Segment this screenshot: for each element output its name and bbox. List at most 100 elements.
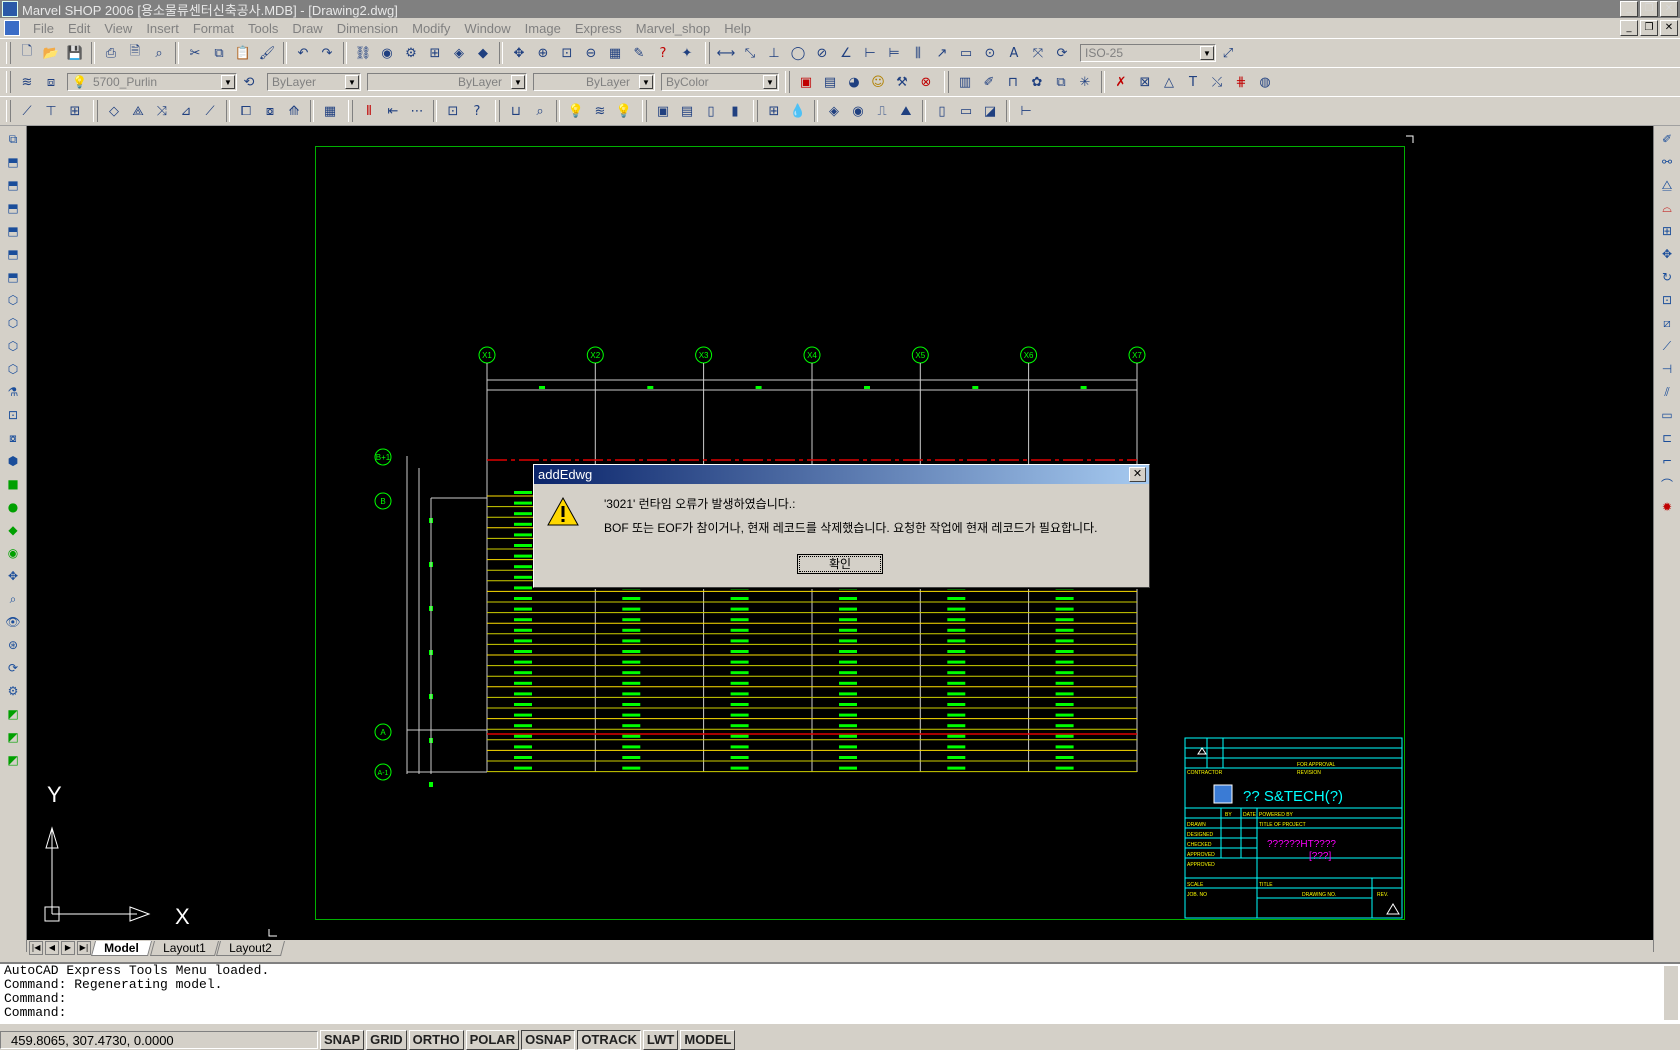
rotate-icon[interactable]: ↻: [1657, 267, 1677, 287]
marvel-b8-icon[interactable]: ⟰: [284, 101, 304, 121]
next-tab-icon[interactable]: ▶: [61, 941, 75, 955]
left-tool-6-icon[interactable]: ⬒: [3, 244, 23, 264]
zoom-realtime-icon[interactable]: ⊕: [533, 43, 553, 63]
marvel-tool-7-icon[interactable]: ▥: [955, 72, 975, 92]
doc-minimize-button[interactable]: _: [1620, 20, 1638, 36]
make-object-layer-current-icon[interactable]: ⧈: [41, 72, 61, 92]
color-select[interactable]: ByLayer ▼: [267, 73, 361, 91]
polar-toggle[interactable]: POLAR: [465, 1030, 520, 1050]
layer-select[interactable]: 💡 5700_Purlin ▼: [67, 73, 237, 91]
paste-icon[interactable]: 📋: [233, 43, 253, 63]
plotstyle-select[interactable]: ByColor ▼: [661, 73, 779, 91]
osnap-toggle[interactable]: OSNAP: [521, 1030, 576, 1050]
zoom-previous-icon[interactable]: ⊖: [581, 43, 601, 63]
offset-icon[interactable]: ⌓: [1657, 198, 1677, 218]
open-icon[interactable]: 📂: [41, 43, 61, 63]
sheet-set-icon[interactable]: ◆: [473, 43, 493, 63]
menu-image[interactable]: Image: [518, 21, 568, 36]
dimension-text-edit-icon[interactable]: ⤧: [1028, 43, 1048, 63]
menu-view[interactable]: View: [97, 21, 139, 36]
left-tool-7-icon[interactable]: ⬒: [3, 267, 23, 287]
mirror-icon[interactable]: ⧋: [1657, 175, 1677, 195]
marvel-b5-icon[interactable]: ⟋: [200, 101, 220, 121]
maximize-button[interactable]: ❐: [1640, 1, 1658, 17]
marvel-tool-12-icon[interactable]: ✳: [1075, 72, 1095, 92]
marvel-e7-icon[interactable]: ▯: [932, 101, 952, 121]
bulb-icon[interactable]: 💡: [614, 101, 634, 121]
marvel-tool-17-icon[interactable]: ⤯: [1207, 72, 1227, 92]
marvel-d4-icon[interactable]: ▮: [725, 101, 745, 121]
save-icon[interactable]: 💾: [65, 43, 85, 63]
marvel-e8-icon[interactable]: ▭: [956, 101, 976, 121]
marvel-b7-icon[interactable]: ⧇: [260, 101, 280, 121]
marvel-tool-5-icon[interactable]: ⚒: [892, 72, 912, 92]
print-icon[interactable]: ⎙: [101, 43, 121, 63]
marvel-d3-icon[interactable]: ▯: [701, 101, 721, 121]
break-at-point-icon[interactable]: ⫽: [1657, 382, 1677, 402]
ordinate-dimension-icon[interactable]: ⊥: [764, 43, 784, 63]
fillet-icon[interactable]: ⌒: [1657, 474, 1677, 494]
chevron-down-icon[interactable]: ▼: [1200, 46, 1214, 60]
new-icon[interactable]: 🗋: [17, 43, 37, 63]
match-properties-icon[interactable]: 🖌: [257, 43, 277, 63]
left-tool-27-icon[interactable]: ◩: [3, 727, 23, 747]
dimension-update-icon[interactable]: ⟳: [1052, 43, 1072, 63]
zoom-icon[interactable]: ⌕: [530, 101, 550, 121]
prev-tab-icon[interactable]: ◀: [45, 941, 59, 955]
marvel-b6-icon[interactable]: ⧠: [236, 101, 256, 121]
doc-close-button[interactable]: ✕: [1660, 20, 1678, 36]
marvel-e3-icon[interactable]: ◈: [824, 101, 844, 121]
marvel-c1-icon[interactable]: ⫴: [359, 101, 379, 121]
marvel-tool-11-icon[interactable]: ⧉: [1051, 72, 1071, 92]
close-button[interactable]: ✕: [1660, 1, 1678, 17]
move-icon[interactable]: ✥: [1657, 244, 1677, 264]
ortho-toggle[interactable]: ORTHO: [408, 1030, 464, 1050]
light-icon[interactable]: 💡: [566, 101, 586, 121]
table-icon[interactable]: ▦: [320, 101, 340, 121]
diameter-dimension-icon[interactable]: ⊘: [812, 43, 832, 63]
break-icon[interactable]: ▭: [1657, 405, 1677, 425]
layers-icon[interactable]: ≋: [590, 101, 610, 121]
marvel-e9-icon[interactable]: ◪: [980, 101, 1000, 121]
left-tool-23-icon[interactable]: ⊛: [3, 635, 23, 655]
chevron-down-icon[interactable]: ▼: [511, 75, 525, 89]
marvel-tool-14-icon[interactable]: ⊠: [1135, 72, 1155, 92]
marvel-c2-icon[interactable]: ⇤: [383, 101, 403, 121]
tab-layout2[interactable]: Layout2: [216, 940, 286, 956]
menu-express[interactable]: Express: [568, 21, 629, 36]
left-tool-15-icon[interactable]: ⬢: [3, 451, 23, 471]
tab-layout1[interactable]: Layout1: [149, 940, 219, 956]
copy-object-icon[interactable]: ⚯: [1657, 152, 1677, 172]
marvel-b1-icon[interactable]: ◇: [104, 101, 124, 121]
menu-insert[interactable]: Insert: [139, 21, 186, 36]
left-tool-12-icon[interactable]: ⚗: [3, 382, 23, 402]
marvel-tool-10-icon[interactable]: ✿: [1027, 72, 1047, 92]
marvel-tool-6-icon[interactable]: ⊗: [916, 72, 936, 92]
explode-icon[interactable]: ✹: [1657, 497, 1677, 517]
join-icon[interactable]: ⊏: [1657, 428, 1677, 448]
left-tool-18-icon[interactable]: ◆: [3, 520, 23, 540]
menu-file[interactable]: File: [26, 21, 61, 36]
scale-icon[interactable]: ⊡: [1657, 290, 1677, 310]
chamfer-icon[interactable]: ⌐: [1657, 451, 1677, 471]
linetype-select[interactable]: ByLayer ▼: [367, 73, 527, 91]
left-tool-25-icon[interactable]: ⚙: [3, 681, 23, 701]
left-tool-20-icon[interactable]: ✥: [3, 566, 23, 586]
properties-icon[interactable]: ⊞: [425, 43, 445, 63]
menu-tools[interactable]: Tools: [241, 21, 285, 36]
left-tool-26-icon[interactable]: ◩: [3, 704, 23, 724]
chevron-down-icon[interactable]: ▼: [221, 75, 235, 89]
extend-icon[interactable]: ⊣: [1657, 359, 1677, 379]
left-tool-14-icon[interactable]: ⧇: [3, 428, 23, 448]
menu-marvel-shop[interactable]: Marvel_shop: [629, 21, 717, 36]
help-icon[interactable]: ?: [653, 43, 673, 63]
marvel-e5-icon[interactable]: ⎍: [872, 101, 892, 121]
view-icon[interactable]: ⊔: [506, 101, 526, 121]
left-tool-11-icon[interactable]: ⬡: [3, 359, 23, 379]
marvel-e4-icon[interactable]: ◉: [848, 101, 868, 121]
marvel-tool-1-icon[interactable]: ▣: [796, 72, 816, 92]
dimension-style-icon[interactable]: ⤢: [1218, 43, 1238, 63]
marvel-tool-16-icon[interactable]: T: [1183, 72, 1203, 92]
array-icon[interactable]: ⊞: [1657, 221, 1677, 241]
command-window[interactable]: AutoCAD Express Tools Menu loaded. Comma…: [0, 962, 1680, 1024]
